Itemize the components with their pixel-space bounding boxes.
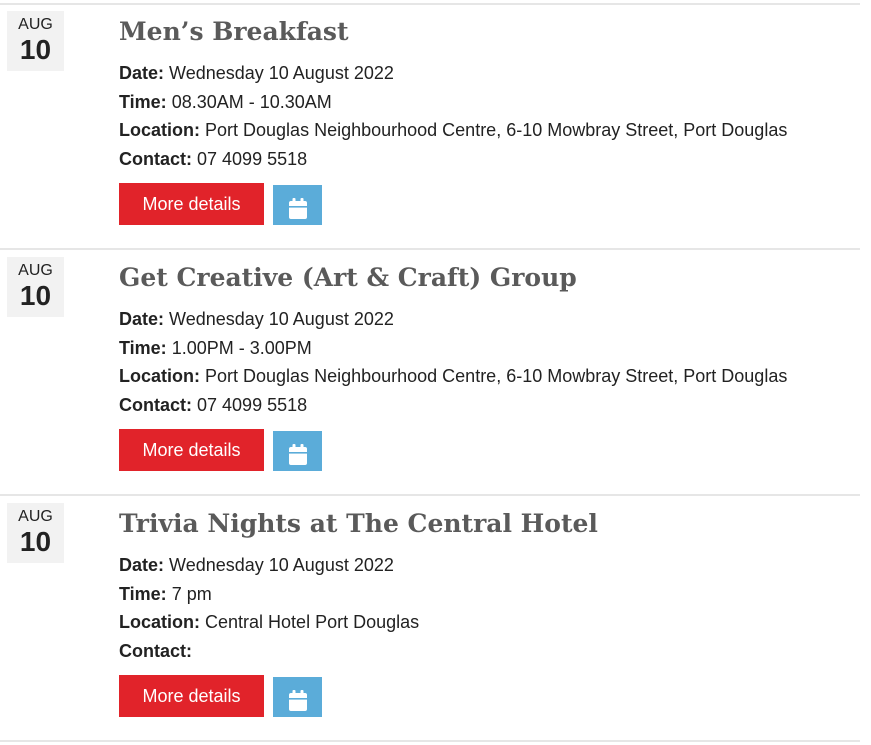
add-to-calendar-button[interactable] (273, 676, 322, 717)
time-label: Time: (119, 583, 167, 604)
date-label: Date: (119, 63, 165, 83)
date-value: Wednesday 10 August 2022 (169, 309, 394, 329)
event-body: Get Creative (Art & Craft) Group Date: W… (119, 261, 859, 471)
more-details-button[interactable]: More details (119, 182, 264, 225)
event-actions: More details (119, 182, 859, 225)
event-date-row: Date: Wednesday 10 August 2022 (119, 59, 859, 88)
divider (0, 740, 860, 742)
date-month: AUG (18, 16, 53, 33)
time-value: 1.00PM - 3.00PM (171, 337, 312, 358)
more-details-button[interactable]: More details (119, 674, 264, 717)
event-body: Men’s Breakfast Date: Wednesday 10 Augus… (119, 15, 859, 225)
event-contact-row: Contact: 07 4099 5518 (119, 391, 859, 420)
date-value: Wednesday 10 August 2022 (169, 555, 394, 575)
event-actions: More details (119, 674, 859, 717)
add-to-calendar-button[interactable] (273, 430, 322, 471)
event-item: AUG 10 Men’s Breakfast Date: Wednesday 1… (0, 5, 860, 250)
location-label: Location: (119, 120, 200, 141)
location-value: Port Douglas Neighbourhood Centre, 6-10 … (205, 120, 788, 141)
contact-label: Contact: (119, 149, 192, 170)
event-contact-row: Contact: 07 4099 5518 (119, 145, 859, 174)
contact-value: 07 4099 5518 (197, 395, 308, 416)
event-location-row: Location: Port Douglas Neighbourhood Cen… (119, 362, 859, 391)
event-location-row: Location: Port Douglas Neighbourhood Cen… (119, 116, 859, 145)
location-label: Location: (119, 612, 200, 633)
more-details-button[interactable]: More details (119, 428, 264, 471)
contact-label: Contact: (119, 641, 192, 662)
calendar-icon (288, 198, 307, 220)
contact-value: 07 4099 5518 (197, 149, 308, 170)
event-title[interactable]: Men’s Breakfast (119, 15, 859, 49)
date-badge: AUG 10 (7, 503, 64, 563)
date-month: AUG (18, 508, 53, 525)
date-badge: AUG 10 (7, 257, 64, 317)
location-label: Location: (119, 366, 200, 387)
time-label: Time: (119, 337, 167, 358)
add-to-calendar-button[interactable] (273, 184, 322, 225)
time-label: Time: (119, 91, 167, 112)
event-list: AUG 10 Men’s Breakfast Date: Wednesday 1… (0, 0, 871, 745)
date-day: 10 (19, 526, 52, 557)
event-title[interactable]: Get Creative (Art & Craft) Group (119, 261, 859, 295)
event-item: AUG 10 Get Creative (Art & Craft) Group … (0, 251, 860, 496)
date-value: Wednesday 10 August 2022 (169, 63, 394, 83)
divider (0, 494, 860, 496)
calendar-icon (288, 444, 307, 466)
event-date-row: Date: Wednesday 10 August 2022 (119, 551, 859, 580)
event-time-row: Time: 7 pm (119, 580, 859, 609)
time-value: 08.30AM - 10.30AM (171, 91, 332, 112)
divider (0, 248, 860, 250)
date-day: 10 (19, 280, 52, 311)
event-time-row: Time: 1.00PM - 3.00PM (119, 334, 859, 363)
event-time-row: Time: 08.30AM - 10.30AM (119, 88, 859, 117)
date-badge: AUG 10 (7, 11, 64, 71)
event-date-row: Date: Wednesday 10 August 2022 (119, 305, 859, 334)
location-value: Port Douglas Neighbourhood Centre, 6-10 … (205, 366, 788, 387)
location-value: Central Hotel Port Douglas (205, 612, 420, 633)
event-title[interactable]: Trivia Nights at The Central Hotel (119, 507, 859, 541)
date-month: AUG (18, 262, 53, 279)
event-item: AUG 10 Trivia Nights at The Central Hote… (0, 497, 860, 742)
time-value: 7 pm (171, 583, 212, 604)
event-contact-row: Contact: (119, 637, 859, 666)
date-label: Date: (119, 309, 165, 329)
event-location-row: Location: Central Hotel Port Douglas (119, 608, 859, 637)
calendar-icon (288, 690, 307, 712)
contact-label: Contact: (119, 395, 192, 416)
event-actions: More details (119, 428, 859, 471)
date-day: 10 (19, 34, 52, 65)
event-body: Trivia Nights at The Central Hotel Date:… (119, 507, 859, 717)
date-label: Date: (119, 555, 165, 575)
